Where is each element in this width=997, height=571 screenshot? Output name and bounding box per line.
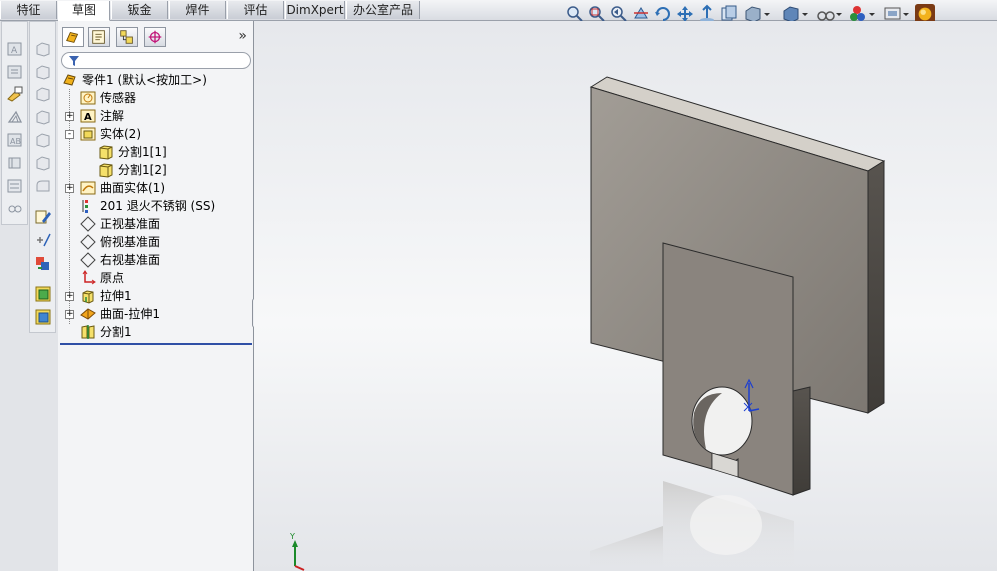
- extrude-icon: [82, 290, 94, 304]
- reference-triad: Y: [289, 532, 305, 571]
- material-icon: [82, 200, 88, 213]
- tree-root-label: 零件1 (默认<按加工>): [82, 73, 207, 87]
- feature-tools-column: [29, 21, 56, 333]
- expand-toggle[interactable]: +: [65, 112, 74, 121]
- tab-weldments[interactable]: 焊件: [169, 1, 226, 19]
- sensor-icon: [80, 91, 96, 105]
- expand-panel-icon[interactable]: »: [238, 28, 247, 44]
- tab-sheet-metal[interactable]: 钣金: [111, 1, 168, 19]
- linear-pattern-icon[interactable]: [6, 200, 24, 218]
- floor-reflection: [590, 481, 794, 571]
- tree-item-body-2[interactable]: 分割1[2]: [80, 161, 247, 179]
- tab-evaluate[interactable]: 评估: [227, 1, 284, 19]
- expand-toggle[interactable]: +: [65, 310, 74, 319]
- insert-part-icon[interactable]: [34, 285, 52, 303]
- tree-item-body-1[interactable]: 分割1[1]: [80, 143, 247, 161]
- plane-icon: [80, 234, 96, 250]
- lofted-boss-icon[interactable]: [34, 108, 52, 126]
- part-icon: [63, 74, 76, 86]
- smart-dimension-icon[interactable]: [6, 85, 24, 103]
- split-line-icon[interactable]: [34, 231, 52, 249]
- tree-item-sensors[interactable]: 传感器: [62, 89, 247, 107]
- tree-item-top-plane[interactable]: 俯视基准面: [62, 233, 247, 251]
- model-lower-tab[interactable]: [662, 242, 811, 496]
- tree-item-split1[interactable]: 分割1: [62, 323, 247, 341]
- swept-boss-icon[interactable]: [34, 85, 52, 103]
- tree-item-right-plane[interactable]: 右视基准面: [62, 251, 247, 269]
- dimxpert-manager-tab-icon[interactable]: [144, 27, 166, 47]
- tree-item-surface-bodies[interactable]: + 曲面实体(1): [62, 179, 247, 197]
- mirror-entities-icon[interactable]: [6, 177, 24, 195]
- tab-sketch[interactable]: 草图: [58, 1, 110, 21]
- tree-item-front-plane[interactable]: 正视基准面: [62, 215, 247, 233]
- tab-features[interactable]: 特征: [0, 1, 57, 19]
- tab-dimxpert[interactable]: DimXpert: [285, 1, 345, 19]
- graphics-area[interactable]: Y: [254, 21, 997, 571]
- feature-manager-panel: » 零件1 (默认<按加工>) 传感器 + A 注解 - 实体(2) 分割1[1…: [58, 21, 254, 571]
- tree-item-surface-extrude1[interactable]: + 曲面-拉伸1: [62, 305, 247, 323]
- filter-icon: [69, 56, 79, 66]
- convert-entities-icon[interactable]: AB: [6, 131, 24, 149]
- collapse-toggle[interactable]: -: [65, 130, 74, 139]
- surface-bodies-icon: [80, 181, 96, 195]
- plane-icon: [80, 216, 96, 232]
- panel-tabs: »: [58, 23, 253, 49]
- triad-y-label: Y: [289, 532, 295, 541]
- tree-item-material[interactable]: 201 退火不锈钢 (SS): [62, 197, 247, 215]
- revolved-cut-icon[interactable]: [34, 154, 52, 172]
- 3d-model-viewport[interactable]: Y: [254, 21, 997, 571]
- tree-item-origin[interactable]: 原点: [62, 269, 247, 287]
- expand-toggle[interactable]: +: [65, 292, 74, 301]
- feature-manager-tab-icon[interactable]: [62, 27, 84, 47]
- split-icon: [81, 325, 95, 339]
- property-manager-tab-icon[interactable]: [88, 27, 110, 47]
- body-icon: [99, 163, 113, 178]
- combine-icon[interactable]: [34, 308, 52, 326]
- edit-sketch-icon[interactable]: [34, 208, 52, 226]
- command-manager-strip: A AB: [0, 21, 59, 571]
- origin-icon: [82, 270, 96, 285]
- extruded-boss-icon[interactable]: [34, 40, 52, 58]
- sketch-tools-column: A AB: [1, 21, 28, 225]
- svg-text:A: A: [11, 46, 18, 56]
- tab-office-products[interactable]: 办公室产品: [346, 1, 420, 19]
- fillet-icon[interactable]: [34, 177, 52, 195]
- expand-toggle[interactable]: +: [65, 184, 74, 193]
- body-icon: [99, 145, 113, 160]
- tree-root-part[interactable]: 零件1 (默认<按加工>): [60, 71, 250, 89]
- tree-item-solid-bodies[interactable]: - 实体(2): [62, 125, 247, 143]
- tree-filter-input[interactable]: [61, 52, 251, 69]
- reference-geometry-icon[interactable]: [34, 254, 52, 272]
- extruded-cut-icon[interactable]: [34, 131, 52, 149]
- solid-bodies-icon: [80, 127, 96, 141]
- plane-icon: [80, 252, 96, 268]
- svg-text:AB: AB: [10, 137, 21, 146]
- rollback-bar[interactable]: [60, 343, 252, 345]
- trim-entities-icon[interactable]: [6, 154, 24, 172]
- sketch-text-icon[interactable]: A: [6, 40, 24, 58]
- tree-item-annotations[interactable]: + A 注解: [62, 107, 247, 125]
- configuration-manager-tab-icon[interactable]: [116, 27, 138, 47]
- offset-entities-icon[interactable]: [6, 108, 24, 126]
- tree-item-extrude1[interactable]: + 拉伸1: [62, 287, 247, 305]
- surface-extrude-icon: [80, 308, 96, 320]
- svg-text:A: A: [84, 112, 92, 123]
- note-icon[interactable]: [6, 63, 24, 81]
- revolved-boss-icon[interactable]: [34, 63, 52, 81]
- annotation-icon: A: [80, 109, 96, 123]
